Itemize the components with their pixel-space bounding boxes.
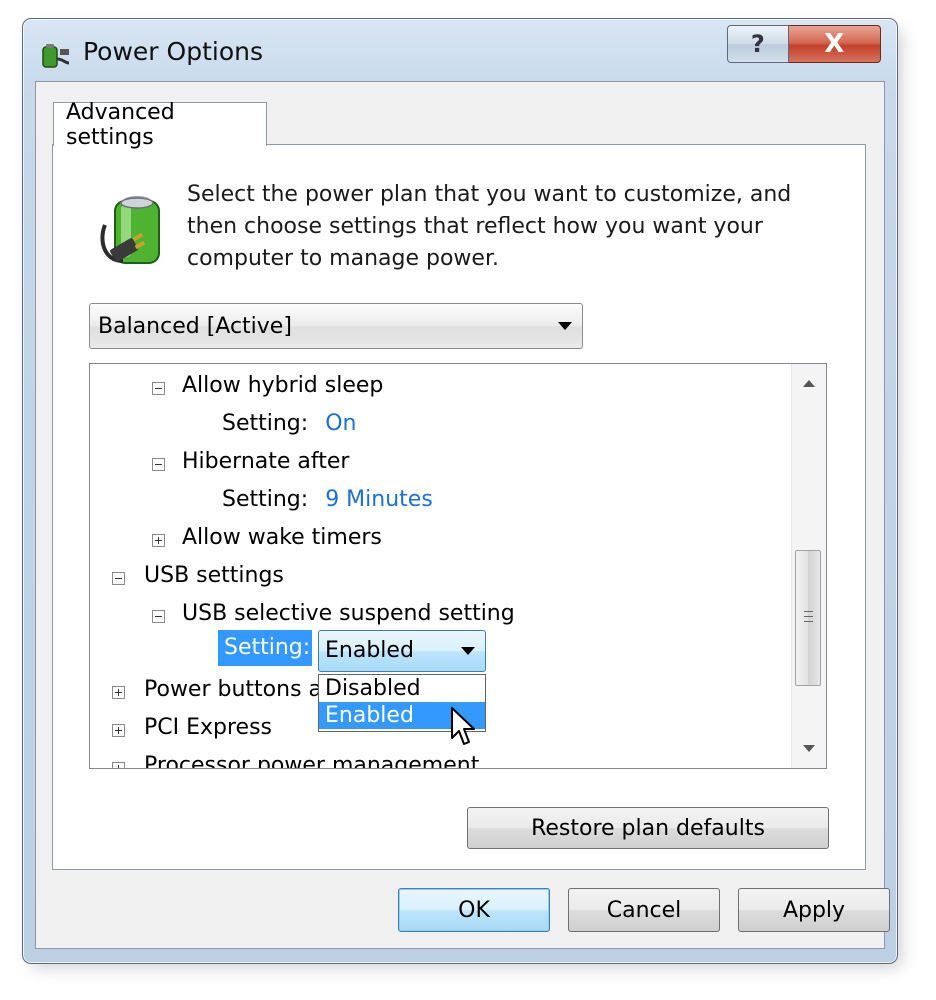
power-options-icon <box>42 44 70 68</box>
setting-label: Setting: <box>222 411 309 436</box>
scrollbar-thumb[interactable] <box>795 550 821 686</box>
vertical-scrollbar[interactable] <box>791 364 826 768</box>
selected-setting-label: Setting: <box>218 630 312 666</box>
mouse-pointer-icon <box>451 707 475 745</box>
restore-plan-defaults-button[interactable]: Restore plan defaults <box>467 807 829 849</box>
collapse-icon[interactable] <box>152 458 165 471</box>
help-icon: ? <box>750 30 765 58</box>
caption-buttons: ? X <box>727 25 881 65</box>
usb-suspend-value: Enabled <box>325 638 414 663</box>
collapse-icon[interactable] <box>152 382 165 395</box>
scroll-down-arrow-icon[interactable] <box>803 745 815 752</box>
grip-line <box>804 616 813 617</box>
grip-line <box>804 621 813 622</box>
setting-value-link[interactable]: On <box>325 411 356 436</box>
ok-button[interactable]: OK <box>398 888 550 932</box>
close-icon: X <box>824 29 845 59</box>
grip-line <box>804 611 813 612</box>
usb-suspend-combo[interactable]: Enabled <box>318 630 486 672</box>
dialog-client-area: Advanced settings Select the power plan … <box>35 81 890 949</box>
battery-plug-icon <box>100 196 160 264</box>
tree-item-processor-power[interactable]: Processor power management <box>144 748 479 768</box>
intro-text: Select the power plan that you want to c… <box>187 182 792 271</box>
power-options-window: Power Options ? X Advanced settings Sele… <box>22 18 898 964</box>
collapse-icon[interactable] <box>152 610 165 623</box>
tree-item-hibernate-after[interactable]: Hibernate after <box>182 444 349 480</box>
expand-icon[interactable] <box>112 686 125 699</box>
setting-value-link[interactable]: 9 Minutes <box>325 487 433 512</box>
tree-setting-row[interactable]: Setting: On <box>222 406 356 442</box>
scroll-up-arrow-icon[interactable] <box>803 380 815 387</box>
advanced-settings-panel: Select the power plan that you want to c… <box>52 144 866 870</box>
power-plan-select[interactable]: Balanced [Active] <box>89 303 583 349</box>
cancel-button[interactable]: Cancel <box>568 888 720 932</box>
window-title: Power Options <box>83 37 263 66</box>
tree-item-allow-wake-timers[interactable]: Allow wake timers <box>182 520 382 556</box>
setting-label: Setting: <box>222 487 309 512</box>
chevron-down-icon <box>461 647 475 655</box>
help-button[interactable]: ? <box>727 25 789 63</box>
expand-icon[interactable] <box>112 762 125 768</box>
tree-item-pci-express[interactable]: PCI Express <box>144 710 272 746</box>
tree-item-usb-settings[interactable]: USB settings <box>144 558 284 594</box>
chevron-down-icon <box>558 322 572 330</box>
power-plan-value: Balanced [Active] <box>98 313 292 339</box>
expand-icon[interactable] <box>152 534 165 547</box>
expand-icon[interactable] <box>112 724 125 737</box>
collapse-icon[interactable] <box>112 572 125 585</box>
tab-advanced-settings[interactable]: Advanced settings <box>53 100 267 150</box>
tree-item-usb-selective-suspend[interactable]: USB selective suspend setting <box>182 596 515 632</box>
dropdown-option-disabled[interactable]: Disabled <box>319 675 485 702</box>
apply-button[interactable]: Apply <box>738 888 890 932</box>
tree-item-allow-hybrid-sleep[interactable]: Allow hybrid sleep <box>182 368 383 404</box>
tree-setting-row[interactable]: Setting: 9 Minutes <box>222 482 433 518</box>
close-button[interactable]: X <box>788 25 881 63</box>
